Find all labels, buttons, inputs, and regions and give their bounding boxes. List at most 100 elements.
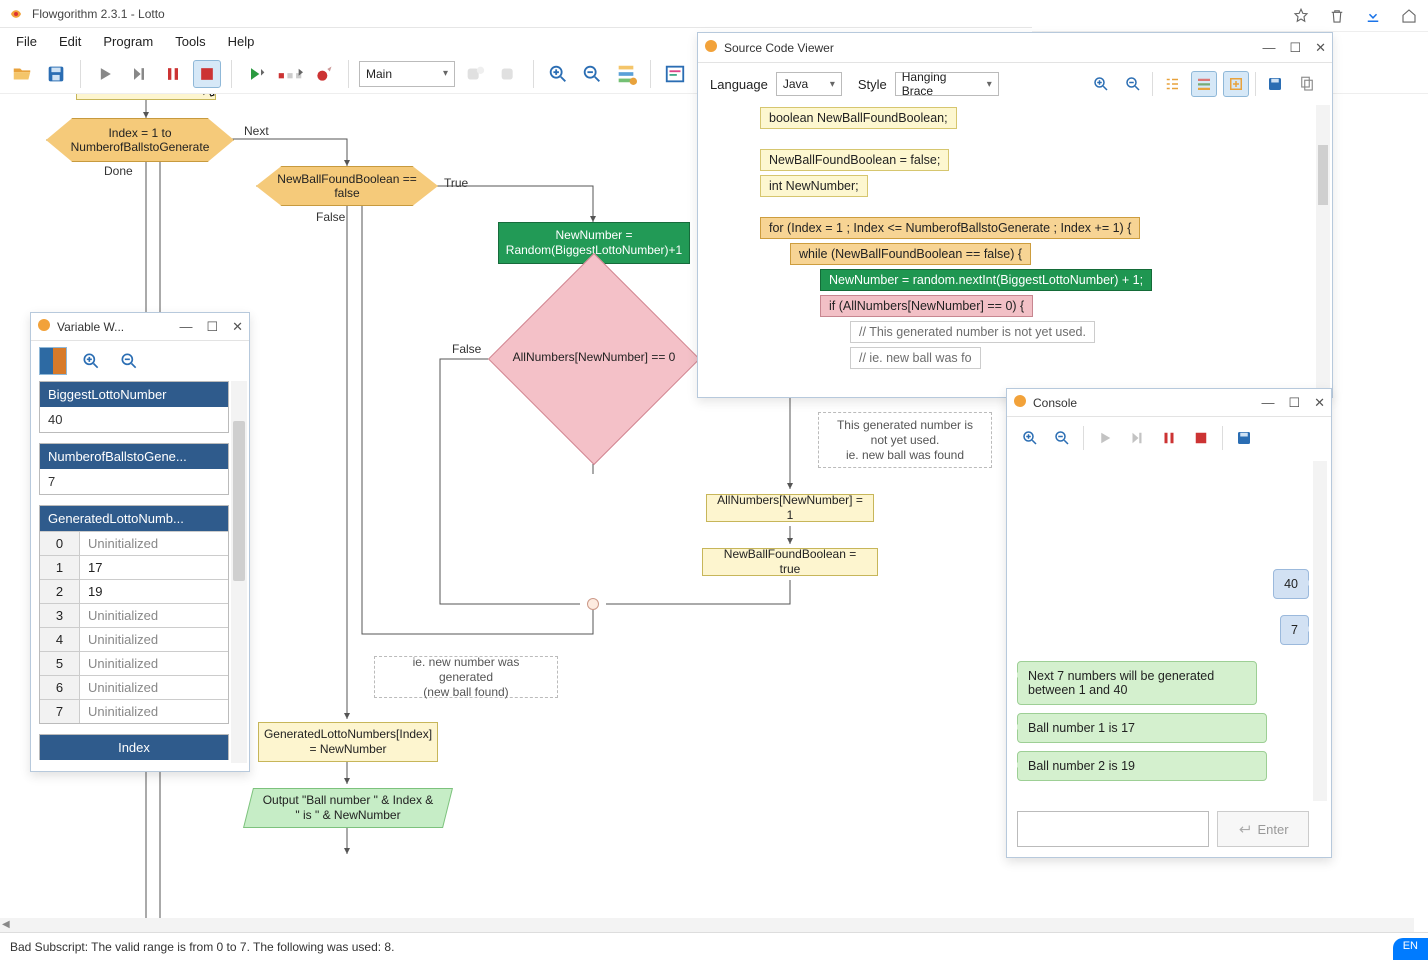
minimize-button[interactable]: — <box>1262 40 1275 56</box>
var-card[interactable]: NumberofBallstoGene... 7 <box>39 443 229 495</box>
srcwin-titlebar[interactable]: Source Code Viewer — ☐ ✕ <box>698 33 1332 63</box>
speed-slider-icon[interactable] <box>276 60 304 88</box>
var-array-row[interactable]: 3Uninitialized <box>40 603 228 627</box>
edit-func-icon[interactable] <box>495 60 523 88</box>
step-icon[interactable] <box>125 60 153 88</box>
zoom-in-icon[interactable] <box>1017 425 1043 451</box>
step-icon[interactable] <box>1124 425 1150 451</box>
canvas-h-scrollbar[interactable]: ◀ <box>0 918 1414 932</box>
variable-watch-window[interactable]: Variable W... — ☐ ✕ BiggestLottoNumber 4… <box>30 312 250 772</box>
flow-while-loop[interactable]: NewBallFoundBoolean == false <box>256 166 438 206</box>
download-icon[interactable] <box>1364 7 1382 25</box>
var-array-card[interactable]: GeneratedLottoNumb... 0Uninitialized1172… <box>39 505 229 724</box>
scroll-left-icon[interactable]: ◀ <box>2 919 10 930</box>
menu-tools[interactable]: Tools <box>165 30 215 53</box>
star-icon[interactable] <box>1292 7 1310 25</box>
close-button[interactable]: ✕ <box>1315 40 1326 56</box>
menu-help[interactable]: Help <box>218 30 265 53</box>
open-icon[interactable] <box>8 60 36 88</box>
menu-program[interactable]: Program <box>93 30 163 53</box>
minimize-button[interactable]: — <box>1261 395 1274 411</box>
scrollbar-thumb[interactable] <box>1318 145 1328 205</box>
var-array-row[interactable]: 219 <box>40 579 228 603</box>
console-body[interactable]: 40 7 Next 7 numbers will be generated be… <box>1017 461 1309 801</box>
layout-icon[interactable] <box>612 60 640 88</box>
zoom-out-icon[interactable] <box>1120 71 1146 97</box>
var-array-row[interactable]: 7Uninitialized <box>40 699 228 723</box>
var-array-row[interactable]: 117 <box>40 555 228 579</box>
code-line[interactable]: while (NewBallFoundBoolean == false) { <box>790 243 1031 265</box>
ime-indicator[interactable]: EN <box>1393 938 1428 960</box>
save-icon[interactable] <box>1231 425 1257 451</box>
close-button[interactable]: ✕ <box>232 319 243 335</box>
stop-icon[interactable] <box>193 60 221 88</box>
trash-icon[interactable] <box>1328 7 1346 25</box>
srcwin-code-body[interactable]: boolean NewBallFoundBoolean; NewBallFound… <box>712 105 1314 389</box>
zoom-in-icon[interactable] <box>544 60 572 88</box>
play-icon[interactable] <box>1092 425 1118 451</box>
indent-toggle-icon[interactable] <box>1159 71 1185 97</box>
console-titlebar[interactable]: Console — ☐ ✕ <box>1007 389 1331 417</box>
var-card[interactable]: BiggestLottoNumber 40 <box>39 381 229 433</box>
varwin-columns-toggle[interactable] <box>39 347 67 375</box>
maximize-button[interactable]: ☐ <box>1289 40 1301 56</box>
minimize-button[interactable]: — <box>179 319 192 335</box>
var-array-row[interactable]: 5Uninitialized <box>40 651 228 675</box>
play-icon[interactable] <box>91 60 119 88</box>
maximize-button[interactable]: ☐ <box>206 319 218 335</box>
close-button[interactable]: ✕ <box>1314 395 1325 411</box>
varwin-scrollbar[interactable] <box>231 381 247 763</box>
zoom-out-icon[interactable] <box>115 347 143 375</box>
breakpoint-icon[interactable] <box>310 60 338 88</box>
zoom-in-icon[interactable] <box>1088 71 1114 97</box>
code-line[interactable]: if (AllNumbers[NewNumber] == 0) { <box>820 295 1033 317</box>
language-select[interactable]: Java <box>776 72 842 96</box>
code-line[interactable]: for (Index = 1 ; Index <= NumberofBallst… <box>760 217 1140 239</box>
zoom-out-icon[interactable] <box>578 60 606 88</box>
view-code-icon[interactable] <box>661 60 689 88</box>
zoom-out-icon[interactable] <box>1049 425 1075 451</box>
home-icon[interactable] <box>1400 7 1418 25</box>
stop-icon[interactable] <box>1188 425 1214 451</box>
console-enter-button[interactable]: Enter <box>1217 811 1309 847</box>
console-input-field[interactable] <box>1017 811 1209 847</box>
play-speed-icon[interactable] <box>242 60 270 88</box>
flow-output[interactable]: Output "Ball number " & Index & " is " &… <box>243 788 453 828</box>
save-icon[interactable] <box>42 60 70 88</box>
flow-assign-setbool[interactable]: NewBallFoundBoolean = true <box>702 548 878 576</box>
console-scrollbar[interactable] <box>1313 461 1327 801</box>
flow-if[interactable]: AllNumbers[NewNumber] == 0 <box>484 304 704 414</box>
flow-assign-store[interactable]: GeneratedLottoNumbers[Index] = NewNumber <box>258 722 438 762</box>
procedure-select[interactable]: Main <box>359 61 455 87</box>
code-line[interactable]: // This generated number is not yet used… <box>850 321 1095 343</box>
sync-toggle-icon[interactable] <box>1223 71 1249 97</box>
code-line[interactable]: int NewNumber; <box>760 175 868 197</box>
menu-file[interactable]: File <box>6 30 47 53</box>
code-line[interactable]: NewBallFoundBoolean = false; <box>760 149 949 171</box>
pause-icon[interactable] <box>159 60 187 88</box>
add-func-icon[interactable] <box>461 60 489 88</box>
scrollbar-thumb[interactable] <box>233 421 245 581</box>
flow-for-loop[interactable]: Index = 1 to NumberofBallstoGenerate <box>46 118 234 162</box>
save-icon[interactable] <box>1262 71 1288 97</box>
varwin-titlebar[interactable]: Variable W... — ☐ ✕ <box>31 313 249 341</box>
srcwin-scrollbar[interactable] <box>1316 105 1330 389</box>
var-array-row[interactable]: 0Uninitialized <box>40 531 228 555</box>
copy-icon[interactable] <box>1294 71 1320 97</box>
highlight-toggle-icon[interactable] <box>1191 71 1217 97</box>
flow-comment-notused[interactable]: This generated number is not yet used. i… <box>818 412 992 468</box>
flow-assign-setarr[interactable]: AllNumbers[NewNumber] = 1 <box>706 494 874 522</box>
flow-assign-cut[interactable] <box>76 94 216 100</box>
pause-icon[interactable] <box>1156 425 1182 451</box>
code-line[interactable]: boolean NewBallFoundBoolean; <box>760 107 957 129</box>
flow-comment-newnum[interactable]: ie. new number was generated (new ball f… <box>374 656 558 698</box>
code-line[interactable]: NewNumber = random.nextInt(BiggestLottoN… <box>820 269 1152 291</box>
zoom-in-icon[interactable] <box>77 347 105 375</box>
var-array-row[interactable]: 4Uninitialized <box>40 627 228 651</box>
code-line[interactable]: // ie. new ball was fo <box>850 347 981 369</box>
console-window[interactable]: Console — ☐ ✕ 40 7 Next 7 numbers will b… <box>1006 388 1332 858</box>
maximize-button[interactable]: ☐ <box>1288 395 1300 411</box>
source-viewer-window[interactable]: Source Code Viewer — ☐ ✕ Language Java S… <box>697 32 1333 398</box>
var-card-peek[interactable]: Index <box>39 734 229 760</box>
style-select[interactable]: Hanging Brace <box>895 72 999 96</box>
